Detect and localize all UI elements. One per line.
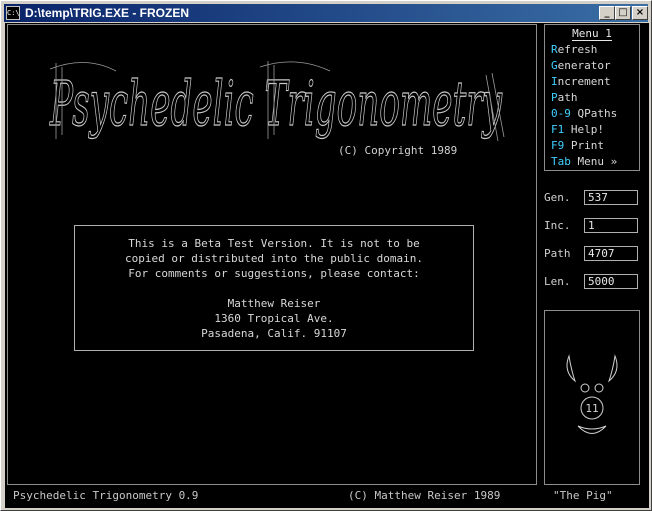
menu-item-help[interactable]: F1 Help!	[551, 123, 639, 137]
menu-item-increment[interactable]: Increment	[551, 75, 639, 89]
notice-line: 1360 Tropical Ave.	[214, 312, 334, 325]
stat-label: Inc.	[544, 219, 571, 232]
menu-item-generator[interactable]: Generator	[551, 59, 639, 73]
pig-nose-label: 11	[585, 402, 598, 415]
notice-line: Matthew Reiser	[227, 297, 321, 310]
notice-line: Pasadena, Calif. 91107	[201, 327, 347, 340]
dos-screen[interactable]: Psychedelic Trigonometry (C) Copyright 1…	[5, 23, 649, 508]
menu-title: Menu 1	[572, 27, 612, 41]
stat-length: Len. 5000	[544, 274, 640, 290]
generator-field[interactable]: 537	[584, 190, 638, 205]
status-path-name: "The Pig"	[553, 489, 613, 502]
logo-text: Psychedelic Trigonometry	[49, 67, 502, 140]
menu-item-print[interactable]: F9 Print	[551, 139, 639, 153]
increment-field[interactable]: 1	[584, 218, 638, 233]
stat-generator: Gen. 537	[544, 190, 640, 206]
path-field[interactable]: 4707	[584, 246, 638, 261]
stat-label: Gen.	[544, 191, 571, 204]
menu-panel: Menu 1 Refresh Generator Increment Path …	[544, 24, 640, 171]
length-field[interactable]: 5000	[584, 274, 638, 289]
maximize-button[interactable]: □	[615, 6, 631, 20]
menu-item-refresh[interactable]: Refresh	[551, 43, 639, 57]
app-window: C:\ D:\temp\TRIG.EXE - FROZEN _ □ × Psyc…	[0, 0, 652, 511]
title-bar[interactable]: C:\ D:\temp\TRIG.EXE - FROZEN _ □ ×	[4, 4, 648, 22]
stat-label: Path	[544, 247, 571, 260]
menu-item-qpaths[interactable]: 0-9 QPaths	[551, 107, 639, 121]
gothic-logo: Psychedelic Trigonometry	[49, 61, 505, 142]
status-author: (C) Matthew Reiser 1989	[348, 489, 501, 502]
main-panel: Psychedelic Trigonometry (C) Copyright 1…	[7, 24, 537, 485]
menu-item-next-menu[interactable]: Tab Menu »	[551, 155, 639, 169]
window-title: D:\temp\TRIG.EXE - FROZEN	[25, 6, 190, 20]
notice-line: copied or distributed into the public do…	[124, 252, 423, 265]
stat-increment: Inc. 1	[544, 218, 640, 234]
stat-label: Len.	[544, 275, 571, 288]
notice-line	[75, 281, 473, 296]
close-button[interactable]: ×	[632, 6, 648, 20]
minimize-button[interactable]: _	[599, 6, 615, 20]
status-app-version: Psychedelic Trigonometry 0.9	[13, 489, 199, 502]
dos-prompt-icon[interactable]: C:\	[6, 6, 20, 20]
stat-path: Path 4707	[544, 246, 640, 262]
notice-line: This is a Beta Test Version. It is not t…	[128, 237, 420, 250]
copyright-text: (C) Copyright 1989	[338, 144, 458, 157]
beta-notice-box: This is a Beta Test Version. It is not t…	[74, 225, 474, 351]
menu-item-path[interactable]: Path	[551, 91, 639, 105]
notice-line: For comments or suggestions, please cont…	[128, 267, 420, 280]
preview-panel: 11	[544, 310, 640, 485]
pig-icon: 11	[566, 354, 618, 434]
